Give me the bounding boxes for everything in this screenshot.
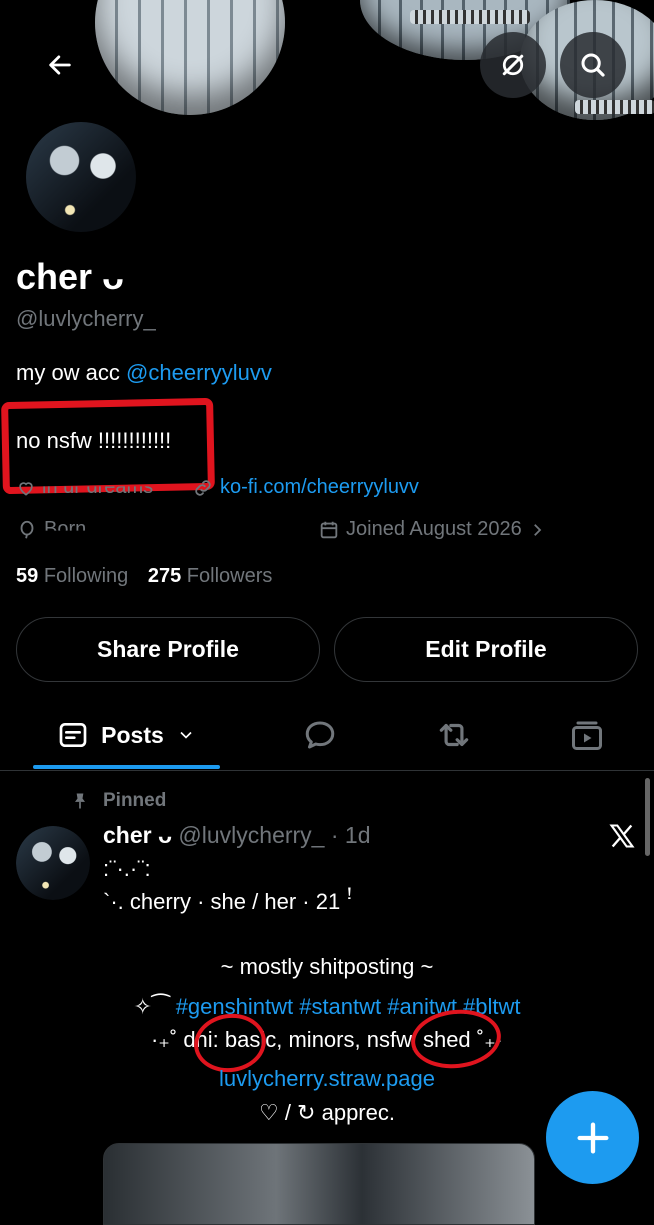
tab-replies[interactable] <box>290 700 350 770</box>
back-button[interactable] <box>40 45 80 85</box>
lantern-rim <box>575 100 654 114</box>
pin-icon <box>70 790 90 817</box>
followers-label: Followers <box>186 565 273 587</box>
grok-icon <box>502 54 524 76</box>
edit-profile-button[interactable]: Edit Profile <box>334 617 638 682</box>
reply-icon <box>305 721 335 749</box>
arrow-left-icon <box>49 55 71 75</box>
post-line-6: luvlycherry.straw.page <box>0 1066 654 1092</box>
following-link[interactable]: 59 Following <box>16 565 128 587</box>
post-media-image[interactable] <box>103 1143 535 1225</box>
search-button[interactable] <box>560 32 626 98</box>
active-tab-indicator <box>33 765 220 769</box>
tab-reposts[interactable] <box>424 700 484 770</box>
profile-banner[interactable] <box>0 0 654 122</box>
profile-location: in ur dreams <box>16 476 153 499</box>
avatar-image <box>26 122 136 232</box>
chevron-down-icon <box>180 731 192 739</box>
website-link[interactable]: ko-fi.com/cheerryyluvv <box>220 476 419 499</box>
plus-icon <box>577 1122 608 1153</box>
profile-avatar[interactable] <box>22 118 140 236</box>
following-label: Following <box>43 565 129 587</box>
share-profile-button[interactable]: Share Profile <box>16 617 320 682</box>
post-time: · 1d <box>330 822 371 848</box>
follow-stats: 59 Following 275 Followers <box>16 565 272 588</box>
post-header: cher ᴗ @luvlycherry_ · 1d <box>103 822 371 849</box>
search-icon <box>581 53 605 77</box>
post-line-5: ·₊˚ dni: basic, minors, nsfw, shed ˚₊· <box>150 1027 504 1052</box>
profile-website[interactable]: ko-fi.com/cheerryyluvv <box>192 476 419 499</box>
compose-button[interactable] <box>546 1091 639 1184</box>
joined-text: Joined August 2026 <box>346 518 522 540</box>
repost-icon <box>439 723 469 747</box>
post-author-avatar[interactable] <box>16 826 90 900</box>
post-author-handle[interactable]: @luvlycherry_ <box>178 822 324 848</box>
bio-text: my ow acc <box>16 360 127 385</box>
link-icon <box>195 479 211 496</box>
heart-icon <box>19 481 33 496</box>
post-line-2: `·. cherry · she / her · 21 ꜝ <box>103 889 353 914</box>
tab-media[interactable] <box>557 700 617 770</box>
tab-posts[interactable]: Posts <box>33 700 220 770</box>
followers-link[interactable]: 275 Followers <box>148 565 273 587</box>
grok-button[interactable] <box>480 32 546 98</box>
location-text: in ur dreams <box>42 476 154 498</box>
post-author-name[interactable]: cher ᴗ <box>103 822 172 848</box>
profile-birthdate: Born <box>16 518 86 541</box>
tab-posts-label: Posts <box>101 721 164 748</box>
user-handle: @luvlycherry_ <box>16 306 156 331</box>
x-logo-icon <box>608 822 636 855</box>
scrollbar[interactable] <box>645 778 650 856</box>
lantern-rim <box>410 10 530 24</box>
followers-count: 275 <box>147 565 182 587</box>
display-name: cher ᴗ <box>16 256 125 297</box>
calendar-icon <box>320 521 338 538</box>
post-line-3: ~ mostly shitposting ~ <box>220 954 434 979</box>
pinned-label: Pinned <box>103 790 167 811</box>
birthdate-text: Born <box>44 518 87 540</box>
post-line-4: ✧⁀ #genshintwt #stantwt #anitwt #bltwt <box>0 994 654 1020</box>
avatar-image <box>16 826 90 900</box>
post-website-link[interactable]: luvlycherry.straw.page <box>219 1066 435 1091</box>
profile-joined: Joined August 2026 <box>318 518 546 541</box>
bio-line-1: my ow acc @cheerryyluvv <box>16 360 272 386</box>
chevron-right-icon[interactable] <box>528 521 546 539</box>
balloon-icon <box>20 520 34 538</box>
following-count: 59 <box>16 565 39 587</box>
bio-mention-link[interactable]: @cheerryyluvv <box>126 360 272 385</box>
lantern-image <box>95 0 285 115</box>
media-icon <box>572 721 602 750</box>
profile-tabs: Posts <box>0 700 654 771</box>
post-line-1: :¨·.·¨: <box>103 856 151 881</box>
sparkle-text: ✧⁀ <box>133 994 170 1019</box>
posts-icon <box>59 723 87 747</box>
